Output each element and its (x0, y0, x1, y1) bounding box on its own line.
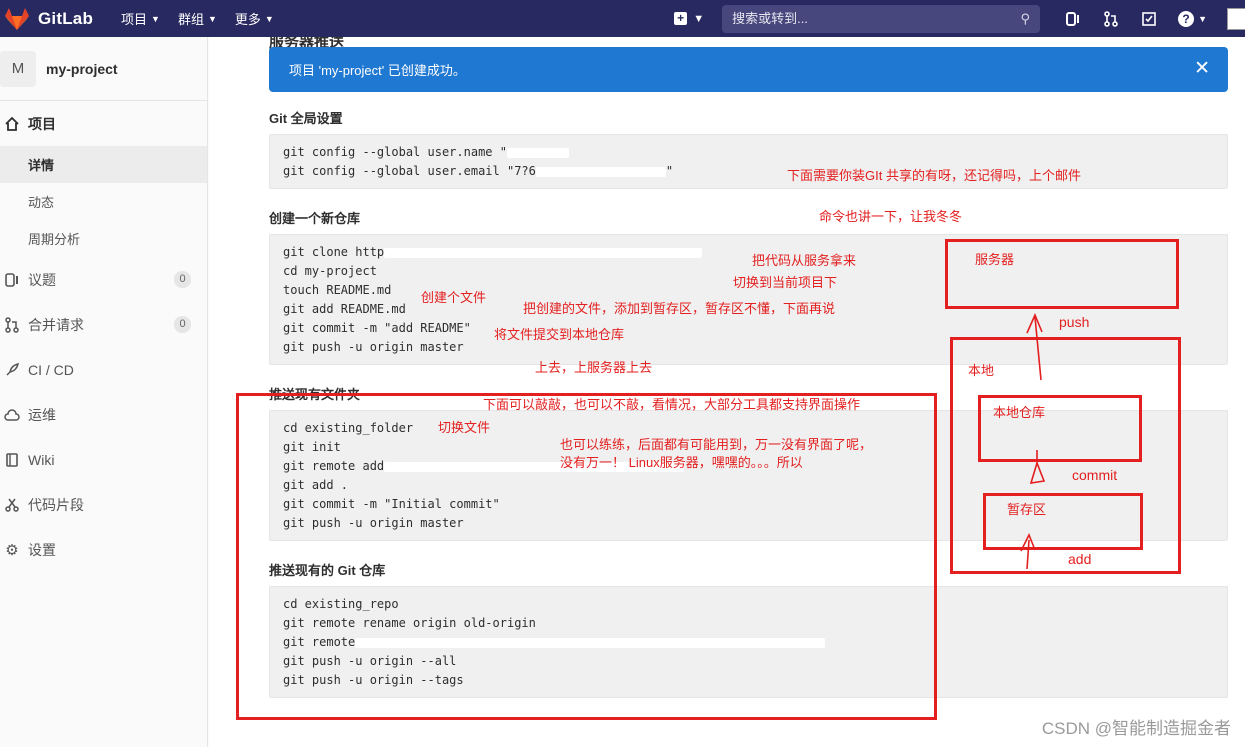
issues-count-badge: 0 (174, 271, 191, 288)
annotation-practice-1: 也可以练练，后面都有可能用到，万一没有界面了呢， (560, 437, 873, 452)
rocket-icon (4, 362, 20, 378)
new-dropdown-button[interactable]: + ▼ (674, 12, 704, 25)
sidebar-item-issues[interactable]: 议题 0 (0, 257, 207, 302)
cloud-icon (4, 407, 20, 423)
annotation-commit-local: 将文件提交到本地仓库 (494, 327, 625, 342)
sidebar-item-label: 代码片段 (28, 496, 84, 513)
annotation-add: add (1068, 551, 1092, 567)
home-icon (4, 116, 20, 132)
csdn-watermark: CSDN @智能制造掘金者 (1041, 719, 1231, 738)
chevron-down-icon: ▼ (264, 13, 274, 24)
code-line: git config --global user.name " (283, 143, 1214, 162)
sidebar-item-label: CI / CD (28, 361, 74, 378)
sidebar-item-merge-requests[interactable]: 合并请求 0 (0, 302, 207, 347)
annotation-switch-project: 切换到当前项目下 (733, 275, 838, 290)
sidebar-item-label: Wiki (28, 451, 55, 468)
search-box[interactable]: ⚲ (722, 4, 1041, 33)
annotation-push: push (1059, 314, 1090, 330)
annotation-staging: 暂存区 (1007, 502, 1047, 517)
sidebar-sub-details[interactable]: 详情 (0, 146, 207, 183)
project-name: my-project (46, 60, 118, 77)
help-dropdown[interactable]: ? ▼ (1178, 10, 1207, 27)
gitlab-fox-icon (5, 7, 29, 30)
close-icon[interactable]: ✕ (1194, 59, 1210, 79)
sidebar-item-ci-cd[interactable]: CI / CD (0, 347, 207, 392)
annotation-pull: 把代码从服务拿来 (752, 253, 857, 268)
annotation-push-server: 上去，上服务器上去 (535, 360, 653, 375)
issues-icon[interactable] (1063, 9, 1083, 29)
top-navbar: GitLab 项目▼ 群组▼ 更多▼ +▼ ⚲ ?▼ (0, 0, 1245, 37)
merge-request-icon[interactable] (1101, 9, 1121, 29)
sidebar-item-operations[interactable]: 运维 (0, 392, 207, 437)
sidebar-item-label: 合并请求 (28, 316, 84, 333)
plus-icon: + (674, 12, 688, 25)
chevron-down-icon: ▼ (1198, 13, 1207, 24)
project-avatar: M (0, 50, 36, 87)
search-input[interactable] (732, 11, 1003, 26)
annotation-server: 服务器 (975, 252, 1015, 267)
merge-requests-count-badge: 0 (174, 316, 191, 333)
annotation-local-repo: 本地仓库 (993, 405, 1046, 420)
chevron-down-icon: ▼ (151, 13, 160, 24)
chevron-down-icon: ▼ (693, 12, 705, 25)
sidebar-item-wiki[interactable]: Wiki (0, 437, 207, 482)
annotation-add-stage: 把创建的文件，添加到暂存区，暂存区不懂，下面再说 (523, 301, 836, 316)
annotation-create-file: 创建个文件 (421, 290, 487, 305)
menu-more[interactable]: 更多 ▼ (235, 9, 274, 28)
chevron-down-icon: ▼ (207, 13, 217, 24)
merge-request-icon (4, 316, 20, 333)
scissors-icon (4, 497, 20, 513)
issues-icon (4, 272, 20, 288)
sidebar-item-settings[interactable]: ⚙ 设置 (0, 527, 207, 572)
annotation-arrows (1020, 312, 1046, 570)
flash-alert: 项目 'my-project' 已创建成功。 ✕ (269, 47, 1228, 92)
sidebar-item-label: 运维 (28, 406, 56, 423)
brand-name: GitLab (38, 8, 94, 28)
alert-message: 项目 'my-project' 已创建成功。 (289, 63, 466, 78)
sidebar-item-label: 议题 (28, 271, 56, 288)
annotation-local: 本地 (968, 363, 995, 378)
project-sidebar: M my-project 项目 详情 动态 周期分析 议题 0 合并请求 0 C… (0, 37, 208, 747)
sidebar-item-snippets[interactable]: 代码片段 (0, 482, 207, 527)
book-icon (4, 452, 20, 468)
sidebar-sub-activity[interactable]: 动态 (0, 183, 207, 220)
code-block-global: git config --global user.name " git confi… (269, 134, 1228, 189)
annotation-switch-file: 切换文件 (438, 420, 491, 435)
sidebar-item-label: 设置 (28, 541, 56, 558)
section-title-new-repo: 创建一个新仓库 (269, 211, 361, 226)
annotation-practice-2: 没有万一！ Linux服务器，嘿嘿的。。。所以 (560, 455, 803, 470)
sidebar-project-header[interactable]: M my-project (0, 37, 207, 101)
annotation-commands: 命令也讲一下，让我冬冬 (819, 209, 963, 224)
todo-icon[interactable] (1139, 9, 1159, 29)
sidebar-sub-cycle-analytics[interactable]: 周期分析 (0, 220, 207, 257)
sidebar-item-label: 项目 (28, 115, 56, 132)
gear-icon: ⚙ (5, 541, 19, 559)
sidebar-item-project[interactable]: 项目 (0, 101, 207, 146)
menu-projects[interactable]: 项目 ▼ (121, 9, 160, 28)
annotation-commit: commit (1072, 467, 1118, 483)
user-avatar[interactable] (1227, 7, 1245, 30)
search-icon: ⚲ (1020, 10, 1031, 26)
annotation-optional: 下面可以敲敲，也可以不敲，看情况，大部分工具都支持界面操作 (483, 397, 861, 412)
menu-groups[interactable]: 群组 ▼ (178, 9, 217, 28)
help-icon: ? (1178, 10, 1195, 27)
section-title-global: Git 全局设置 (269, 111, 343, 126)
annotation-install: 下面需要你装GIt 共享的有呀，还记得吗，上个邮件 (787, 168, 1081, 183)
gitlab-logo[interactable]: GitLab (4, 7, 93, 31)
